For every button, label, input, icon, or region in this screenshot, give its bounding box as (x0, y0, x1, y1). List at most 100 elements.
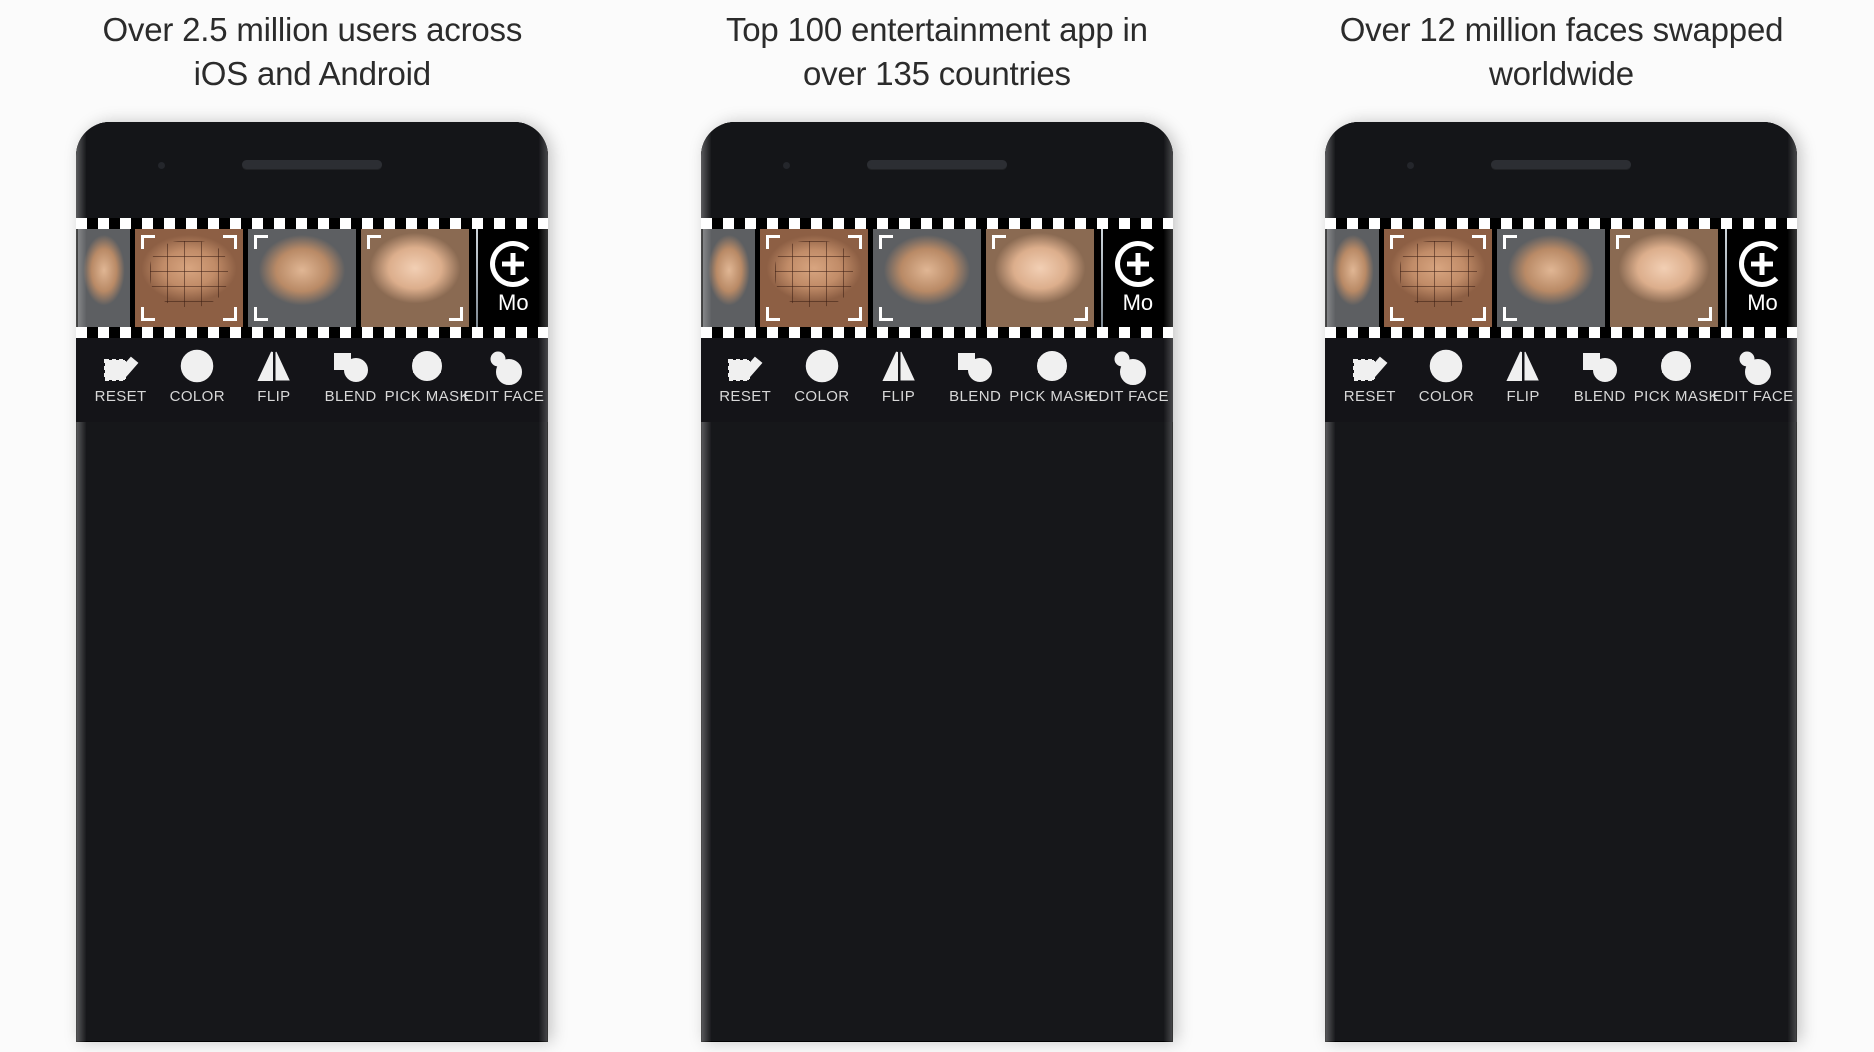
headline-1-line1: Over 2.5 million users across (102, 11, 523, 48)
frame-corner (254, 307, 269, 322)
filmstrip-perforations-bottom (700, 327, 1173, 339)
phone-top-bezel-3 (1325, 122, 1798, 219)
edit-face-gear-icon (484, 344, 524, 388)
face-filmstrip-3[interactable]: Mo (1325, 218, 1798, 339)
phone-top-bezel-1 (76, 122, 549, 219)
blend-grid-icon (1580, 344, 1620, 388)
filmstrip-frame[interactable] (1610, 229, 1719, 328)
frame-corner (141, 307, 156, 322)
toolbar-button-pick-mask[interactable]: PICK MASK (1009, 344, 1094, 405)
toolbar-label: RESET (94, 388, 147, 406)
toolbar-button-color[interactable]: COLOR (159, 344, 235, 405)
headline-1: Over 2.5 million users across iOS and An… (0, 0, 625, 95)
toolbar-button-blend[interactable]: BLEND (1562, 344, 1638, 405)
filmstrip-frame[interactable] (1384, 229, 1493, 328)
toolbar-label: PICK MASK (1009, 388, 1095, 406)
frame-corner (878, 307, 893, 322)
filmstrip-frame[interactable] (135, 229, 244, 328)
filmstrip-perforations-top (76, 218, 549, 230)
front-camera-icon (158, 162, 166, 170)
frame-corner (141, 235, 156, 250)
toolbar-button-edit-face[interactable]: EDIT FACE (1088, 344, 1169, 406)
color-yinyang-icon (177, 344, 217, 388)
toolbar-button-edit-face[interactable]: EDIT FACE (463, 344, 544, 405)
toolbar-button-flip[interactable]: FLIP (236, 344, 312, 405)
more-faces-label: Mo (1747, 289, 1778, 315)
more-faces-button[interactable]: Mo (1102, 229, 1173, 328)
frame-corner (1503, 235, 1518, 250)
toolbar-button-edit-face[interactable]: EDIT FACE (1712, 344, 1794, 406)
face-filmstrip-2[interactable]: Mo (700, 218, 1173, 339)
filmstrip-frame[interactable] (1497, 229, 1606, 328)
frame-corner (367, 235, 382, 250)
frame-corner (765, 235, 780, 250)
filmstrip-perforations-bottom (76, 327, 549, 339)
frame-corner (1503, 307, 1518, 322)
toolbar-label: PICK MASK (1633, 388, 1720, 406)
toolbar-button-pick-mask[interactable]: PICK MASK (1634, 344, 1719, 405)
editor-toolbar-2[interactable]: RESET COLOR FLIP BLEND PICK MASK EDIT FA… (700, 338, 1173, 423)
headline-2-line1: Top 100 entertainment app in (725, 11, 1148, 48)
toolbar-button-color[interactable]: COLOR (1408, 344, 1484, 405)
frame-corner (878, 235, 893, 250)
editor-toolbar-1[interactable]: RESET COLOR FLIP BLEND PICK MASK EDIT FA… (76, 338, 549, 423)
toolbar-button-blend[interactable]: BLEND (312, 344, 388, 405)
phone-mockup-1: Mo EXPRESS UNLIMITED FACE SWAPS SWAP FAC… (76, 122, 549, 1043)
flip-triangles-icon (254, 344, 294, 388)
earpiece-speaker (866, 160, 1007, 170)
toolbar-button-pick-mask[interactable]: PICK MASK (385, 344, 469, 405)
more-faces-button[interactable]: Mo (478, 229, 549, 328)
face-filmstrip-1[interactable]: Mo (76, 218, 549, 339)
toolbar-label: FLIP (881, 388, 916, 406)
edit-face-gear-icon (1108, 344, 1148, 388)
toolbar-label: EDIT FACE (1712, 388, 1794, 406)
face-mesh-overlay-icon (1399, 240, 1478, 308)
frame-corner (1390, 307, 1405, 322)
toolbar-button-reset[interactable]: RESET (82, 344, 158, 405)
editor-toolbar-3[interactable]: RESET COLOR FLIP BLEND PICK MASK EDIT FA… (1325, 338, 1798, 423)
headline-3-line1: Over 12 million faces swapped (1339, 11, 1784, 48)
earpiece-speaker (1491, 160, 1632, 170)
frame-corner (1472, 235, 1487, 250)
toolbar-button-color[interactable]: COLOR (784, 344, 860, 405)
more-faces-label: Mo (498, 289, 529, 315)
frame-corner (1698, 307, 1713, 322)
toolbar-label: BLEND (949, 388, 1002, 406)
reset-brush-icon (101, 344, 141, 388)
frame-corner (847, 235, 862, 250)
filmstrip-frame[interactable] (985, 229, 1094, 328)
pick-mask-globe-icon (1656, 344, 1696, 388)
filmstrip-frame[interactable] (1327, 229, 1380, 328)
more-faces-button[interactable]: Mo (1727, 229, 1798, 328)
filmstrip-frame[interactable] (759, 229, 868, 328)
frame-corner (991, 235, 1006, 250)
frame-corner (254, 235, 269, 250)
toolbar-button-flip[interactable]: FLIP (1485, 344, 1561, 405)
headline-3: Over 12 million faces swapped worldwide (1249, 0, 1874, 95)
toolbar-label: EDIT FACE (1088, 388, 1169, 406)
filmstrip-frame[interactable] (361, 229, 470, 328)
reset-brush-icon (725, 344, 765, 388)
promo-column-3: Over 12 million faces swapped worldwide (1249, 0, 1874, 1052)
more-faces-label: Mo (1122, 289, 1154, 315)
headline-2-line2: over 135 countries (802, 54, 1071, 92)
reset-brush-icon (1350, 344, 1390, 388)
blend-grid-icon (331, 344, 371, 388)
toolbar-button-flip[interactable]: FLIP (860, 344, 936, 405)
toolbar-button-reset[interactable]: RESET (1332, 344, 1408, 405)
filmstrip-frame[interactable] (248, 229, 357, 328)
filmstrip-frame[interactable] (78, 229, 131, 328)
filmstrip-frame[interactable] (872, 229, 981, 328)
blend-grid-icon (955, 344, 995, 388)
add-face-plus-icon (1739, 240, 1786, 287)
face-mesh-overlay-icon (150, 240, 229, 308)
toolbar-label: BLEND (324, 388, 377, 406)
toolbar-button-reset[interactable]: RESET (707, 344, 783, 405)
promo-column-2: Top 100 entertainment app in over 135 co… (625, 0, 1250, 1052)
color-yinyang-icon (802, 344, 842, 388)
add-face-plus-icon (1114, 240, 1161, 287)
filmstrip-frame[interactable] (702, 229, 755, 328)
frame-corner (223, 307, 238, 322)
promo-columns: Over 2.5 million users across iOS and An… (0, 0, 1874, 1052)
toolbar-button-blend[interactable]: BLEND (937, 344, 1013, 405)
